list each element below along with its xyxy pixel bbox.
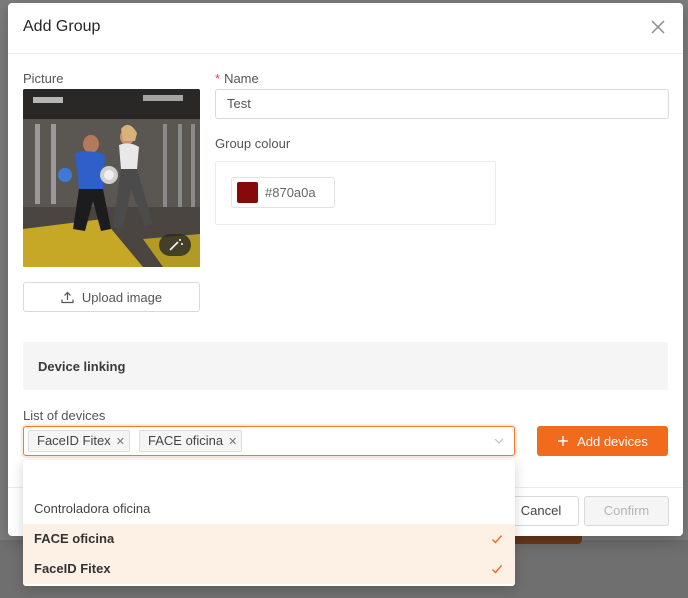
- magic-wand-icon: [169, 239, 183, 251]
- colour-panel: #870a0a: [215, 161, 496, 225]
- remove-tag-icon[interactable]: ✕: [228, 436, 237, 448]
- chevron-down-icon[interactable]: [493, 435, 505, 447]
- devices-dropdown: Controladora oficina FACE oficina FaceID…: [23, 460, 515, 586]
- edit-picture-button[interactable]: [159, 234, 191, 256]
- colour-hex-value: #870a0a: [265, 185, 316, 200]
- close-icon[interactable]: [648, 17, 668, 37]
- colour-picker[interactable]: #870a0a: [231, 177, 335, 208]
- add-devices-label: Add devices: [577, 433, 648, 449]
- check-icon: [492, 535, 503, 544]
- name-label-text: Name: [224, 71, 259, 86]
- confirm-button[interactable]: Confirm: [584, 496, 669, 526]
- upload-image-label: Upload image: [81, 289, 163, 305]
- section-title: Device linking: [38, 359, 126, 374]
- add-devices-button[interactable]: Add devices: [537, 426, 668, 456]
- device-tag: FaceID Fitex ✕: [28, 430, 130, 452]
- upload-icon: [61, 291, 74, 303]
- required-marker: *: [215, 71, 221, 86]
- dropdown-option[interactable]: FaceID Fitex: [23, 554, 515, 584]
- name-label: * Name: [215, 71, 259, 86]
- plus-icon: [558, 436, 569, 446]
- dropdown-option[interactable]: FACE oficina: [23, 524, 515, 554]
- option-label: FaceID Fitex: [34, 561, 111, 576]
- device-tag-label: FaceID Fitex: [37, 433, 111, 448]
- add-group-dialog: Add Group Picture Upload image * Name Te…: [8, 3, 683, 536]
- dialog-header: Add Group: [8, 3, 683, 54]
- option-label: FACE oficina: [34, 531, 115, 546]
- option-label: Controladora oficina: [34, 501, 151, 516]
- devices-label: List of devices: [23, 408, 106, 423]
- device-linking-section: Device linking: [23, 342, 668, 390]
- dropdown-option[interactable]: Controladora oficina: [23, 494, 515, 524]
- dialog-title: Add Group: [23, 18, 101, 35]
- device-tag: FACE oficina ✕: [139, 430, 243, 452]
- group-colour-label: Group colour: [215, 136, 291, 151]
- devices-select[interactable]: FaceID Fitex ✕ FACE oficina ✕: [23, 426, 515, 456]
- device-tag-label: FACE oficina: [148, 433, 224, 448]
- colour-swatch: [237, 182, 258, 203]
- remove-tag-icon[interactable]: ✕: [116, 436, 125, 448]
- upload-image-button[interactable]: Upload image: [23, 282, 200, 312]
- picture-label: Picture: [23, 71, 64, 86]
- check-icon: [492, 565, 503, 574]
- name-input[interactable]: Test: [215, 89, 669, 119]
